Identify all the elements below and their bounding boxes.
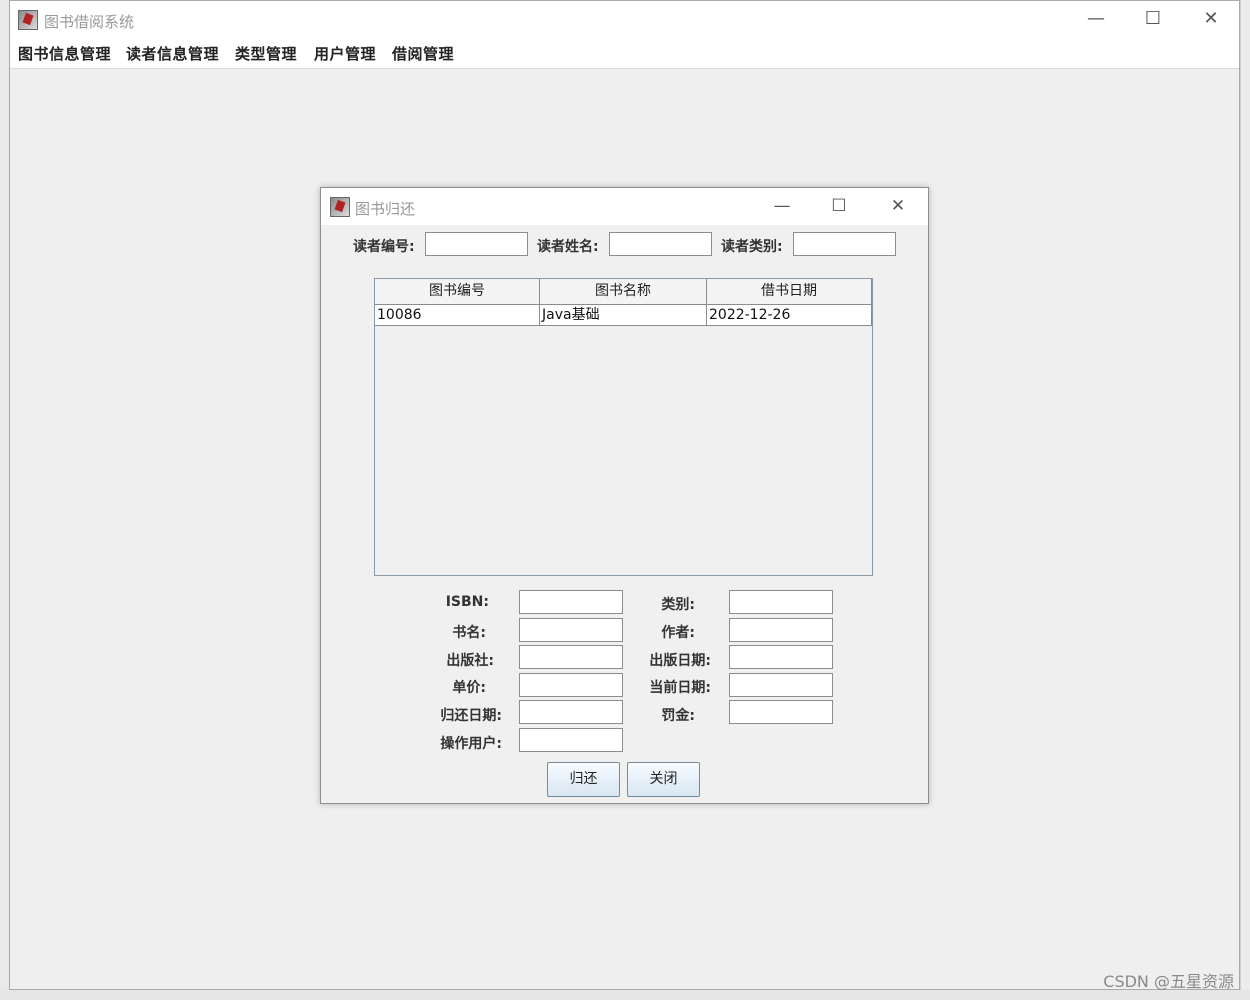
current-date-label: 当前日期: [649, 680, 711, 696]
dialog-minimize-button[interactable]: — [762, 192, 802, 220]
operator-label: 操作用户: [440, 736, 502, 752]
book-title-input[interactable] [519, 618, 623, 642]
column-header-book-id[interactable]: 图书编号 [375, 279, 540, 305]
cell-borrow-date[interactable]: 2022-12-26 [707, 305, 872, 326]
cell-book-name[interactable]: Java基础 [540, 305, 707, 326]
author-input[interactable] [729, 618, 833, 642]
isbn-label: ISBN: [445, 594, 489, 610]
dialog-titlebar[interactable]: 图书归还 — ☐ ✕ [321, 188, 928, 225]
main-window-title: 图书借阅系统 [44, 13, 135, 31]
reader-name-label: 读者姓名: [537, 239, 599, 255]
reader-name-input[interactable] [609, 232, 712, 256]
dialog-maximize-button[interactable]: ☐ [819, 192, 859, 220]
book-title-label: 书名: [452, 625, 486, 641]
price-label: 单价: [452, 680, 486, 696]
price-input[interactable] [519, 673, 623, 697]
close-dialog-button[interactable]: 关闭 [627, 762, 700, 797]
close-button[interactable]: ✕ [1191, 5, 1231, 33]
reader-type-input[interactable] [793, 232, 896, 256]
maximize-button[interactable]: ☐ [1133, 5, 1173, 33]
column-header-borrow-date[interactable]: 借书日期 [707, 279, 872, 305]
menu-book-info[interactable]: 图书信息管理 [18, 43, 111, 64]
current-date-input[interactable] [729, 673, 833, 697]
reader-id-input[interactable] [425, 232, 528, 256]
return-date-label: 归还日期: [440, 708, 502, 724]
pub-date-label: 出版日期: [649, 653, 711, 669]
publisher-label: 出版社: [446, 653, 494, 669]
operator-input[interactable] [519, 728, 623, 752]
main-titlebar[interactable]: 图书借阅系统 — ☐ ✕ [10, 1, 1239, 38]
return-button[interactable]: 归还 [547, 762, 620, 797]
fine-label: 罚金: [661, 708, 695, 724]
menu-bar: 图书信息管理 读者信息管理 类型管理 用户管理 借阅管理 [10, 38, 1239, 69]
column-header-book-name[interactable]: 图书名称 [540, 279, 707, 305]
author-label: 作者: [661, 625, 695, 641]
cell-book-id[interactable]: 10086 [375, 305, 540, 326]
pub-date-input[interactable] [729, 645, 833, 669]
dialog-title: 图书归还 [355, 200, 416, 218]
category-label: 类别: [661, 597, 695, 613]
borrowed-books-table[interactable]: 图书编号 图书名称 借书日期 10086 Java基础 2022-12-26 [374, 278, 873, 576]
book-return-dialog: 图书归还 — ☐ ✕ 读者编号: 读者姓名: 读者类别: 图书编号 图书名称 借… [320, 187, 929, 804]
java-app-icon [18, 10, 38, 30]
minimize-button[interactable]: — [1076, 5, 1116, 33]
reader-id-label: 读者编号: [353, 239, 415, 255]
background-window-left [0, 0, 9, 1000]
java-app-icon [330, 197, 350, 217]
menu-type-management[interactable]: 类型管理 [235, 43, 297, 64]
category-input[interactable] [729, 590, 833, 614]
dialog-close-button[interactable]: ✕ [878, 192, 918, 220]
isbn-input[interactable] [519, 590, 623, 614]
table-header: 图书编号 图书名称 借书日期 [375, 279, 872, 305]
menu-borrow-management[interactable]: 借阅管理 [392, 43, 454, 64]
publisher-input[interactable] [519, 645, 623, 669]
fine-input[interactable] [729, 700, 833, 724]
background-window-bottom [0, 990, 1250, 1000]
menu-reader-info[interactable]: 读者信息管理 [126, 43, 219, 64]
table-row[interactable]: 10086 Java基础 2022-12-26 [375, 305, 872, 326]
return-date-input[interactable] [519, 700, 623, 724]
watermark: CSDN @五星资源 [1103, 972, 1234, 991]
menu-user-management[interactable]: 用户管理 [314, 43, 376, 64]
background-window-right [1240, 0, 1250, 1000]
reader-type-label: 读者类别: [721, 239, 783, 255]
